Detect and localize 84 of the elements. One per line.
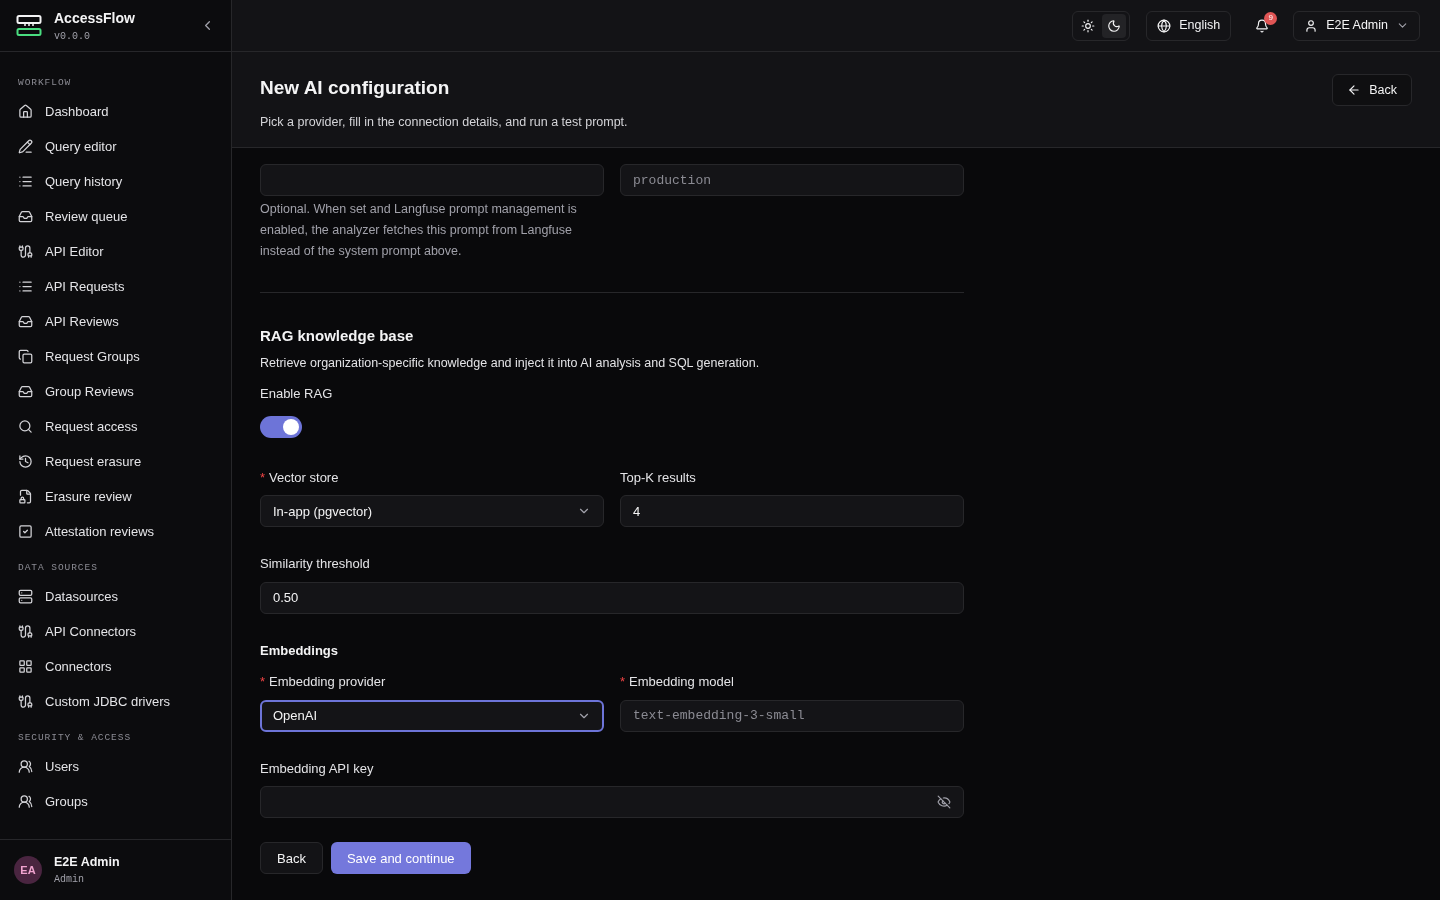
arrow-left-icon (1347, 83, 1362, 97)
search-icon (18, 419, 33, 434)
back-button[interactable]: Back (1332, 74, 1412, 106)
inbox-icon (18, 384, 33, 399)
langfuse-prompt-label-field[interactable]: production (620, 164, 964, 196)
sidebar-item[interactable]: Group Reviews (8, 374, 223, 409)
embedding-model-field[interactable]: text-embedding-3-small (620, 699, 964, 732)
sidebar-item[interactable]: Dashboard (8, 94, 223, 129)
enable-rag-switch[interactable] (260, 415, 302, 438)
server-icon (18, 589, 33, 604)
sidebar-item[interactable]: API Editor (8, 234, 223, 269)
app-name: AccessFlow (54, 8, 136, 28)
langfuse-prompt-name-field[interactable] (260, 164, 604, 196)
user-icon (1304, 18, 1319, 33)
page-title: New AI configuration (260, 76, 451, 100)
required-marker: * (260, 673, 266, 692)
bell-icon[interactable] (1255, 18, 1270, 33)
sidebar-item[interactable]: API Requests (8, 269, 223, 304)
sidebar-item[interactable]: Query editor (8, 129, 223, 164)
plug-icon (18, 694, 33, 709)
user-role: Admin (54, 872, 85, 887)
sidebar-item[interactable]: Custom JDBC drivers (8, 684, 223, 719)
moon-icon[interactable] (1102, 13, 1127, 38)
sidebar-item[interactable]: Query history (8, 164, 223, 199)
plug-icon (18, 244, 33, 259)
sidebar-item[interactable]: Request Groups (8, 339, 223, 374)
back-button[interactable]: Back (260, 842, 323, 875)
pencil-icon (18, 139, 33, 154)
grid-icon (18, 659, 33, 674)
field-label: Similarity threshold (260, 555, 370, 574)
section-heading: WORKFLOW (17, 75, 73, 90)
sidebar-item[interactable]: Request access (8, 409, 223, 444)
eye-off-icon[interactable] (937, 795, 951, 810)
help-text: Optional. When set and Langfuse prompt management is enabled, the analyzer fetches this prompt from Langfuse instead of the system prompt above. (260, 201, 578, 260)
home-icon (18, 104, 33, 119)
sidebar-item[interactable]: API Reviews (8, 304, 223, 339)
sidebar-item[interactable]: API Connectors (8, 614, 223, 649)
list-icon (18, 174, 33, 189)
field-label: Embedding provider (269, 673, 386, 692)
vector-store-select[interactable]: In-app (pgvector) (260, 495, 604, 528)
save-button[interactable]: Save and continue (330, 842, 471, 875)
field-label: Top-K results (620, 468, 696, 487)
avatar: EA (14, 856, 42, 884)
section-heading: SECURITY & ACCESS (17, 730, 133, 745)
required-marker: * (260, 468, 266, 487)
user-menu-button[interactable]: E2E Admin (1293, 10, 1420, 41)
globe-icon (1157, 18, 1172, 33)
sidebar-item[interactable]: Groups (8, 784, 223, 819)
copy-icon (18, 349, 33, 364)
section-heading: DATA SOURCES (17, 560, 99, 575)
sidebar-item[interactable]: Datasources (8, 579, 223, 614)
file-lock-icon (18, 489, 33, 504)
sidebar-item[interactable]: Review queue (8, 199, 223, 234)
similarity-threshold-field[interactable]: 0.50 (260, 581, 964, 614)
notification-count: 9 (1264, 11, 1278, 25)
inbox-icon (18, 314, 33, 329)
page-subtitle: Pick a provider, fill in the connection details, and run a test prompt. (260, 113, 628, 131)
field-label: Embedding API key (260, 759, 374, 778)
embedding-provider-select[interactable]: OpenAI (260, 699, 604, 732)
plug-icon (18, 624, 33, 639)
users-icon (18, 759, 33, 774)
required-marker: * (620, 673, 626, 692)
sidebar-item[interactable]: Users (8, 749, 223, 784)
logo-icon (16, 13, 42, 38)
history-icon (18, 454, 33, 469)
sidebar-item[interactable]: Erasure review (8, 479, 223, 514)
section-description: Retrieve organization-specific knowledge and inject it into AI analysis and SQL generation. (260, 354, 761, 372)
field-label: Vector store (269, 468, 339, 487)
field-label: Embedding model (629, 673, 734, 692)
sidebar-item[interactable]: Request erasure (8, 444, 223, 479)
user-name: E2E Admin (54, 854, 120, 872)
section-title: RAG knowledge base (260, 326, 415, 346)
subsection-title: Embeddings (260, 641, 339, 660)
toggle-label: Enable RAG (260, 385, 334, 404)
users-icon (18, 794, 33, 809)
inbox-icon (18, 209, 33, 224)
checkbox-icon (18, 524, 33, 539)
language-button[interactable]: English (1146, 10, 1232, 41)
app-version: v0.0.0 (54, 29, 91, 44)
sidebar-item[interactable]: Attestation reviews (8, 514, 223, 549)
top-k-field[interactable]: 4 (620, 495, 964, 528)
list-icon (18, 279, 33, 294)
api-key-field[interactable] (260, 786, 964, 819)
sidebar-item[interactable]: Connectors (8, 649, 223, 684)
